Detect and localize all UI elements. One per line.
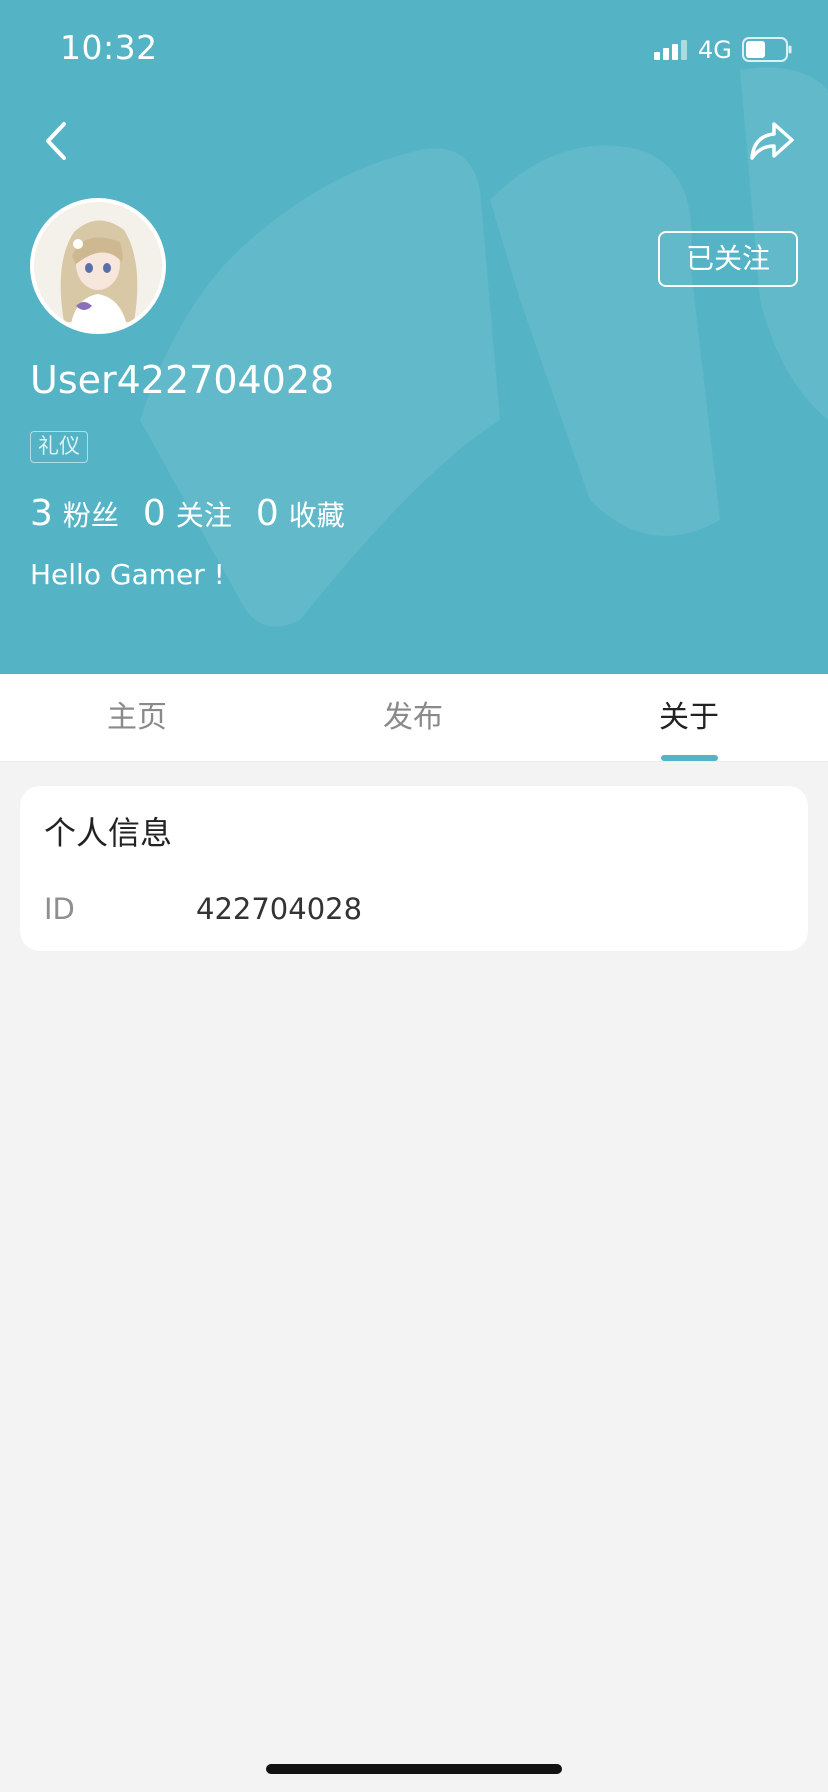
status-bar: 10:32 4G: [0, 0, 828, 100]
profile-header: 10:32 4G 已关注 User422704028 礼仪 3 粉丝 0 关注 …: [0, 0, 828, 674]
follow-button[interactable]: 已关注: [658, 231, 798, 287]
status-time: 10:32: [60, 28, 158, 67]
back-button[interactable]: [36, 114, 80, 168]
share-button[interactable]: [748, 116, 796, 164]
active-tab-indicator: [661, 755, 718, 761]
username: User422704028: [30, 358, 335, 402]
stat-value: 0: [255, 493, 279, 534]
home-indicator: [266, 1764, 562, 1774]
stat-value: 3: [30, 493, 53, 534]
tab-posts[interactable]: 发布: [313, 674, 513, 762]
avatar[interactable]: [30, 198, 166, 334]
tab-about[interactable]: 关于: [589, 674, 789, 762]
bio: Hello Gamer !: [30, 558, 225, 591]
stat-favorites[interactable]: 0 收藏: [256, 493, 345, 534]
user-tag: 礼仪: [30, 431, 88, 463]
info-value-id: 422704028: [196, 892, 363, 926]
signal-icon: [654, 40, 687, 60]
profile-stats: 3 粉丝 0 关注 0 收藏: [30, 493, 369, 534]
profile-tabs: 主页 发布 关于: [0, 674, 828, 762]
stat-label: 粉丝: [62, 499, 119, 532]
stat-value: 0: [142, 493, 166, 534]
avatar-illustration: [34, 202, 162, 330]
card-title: 个人信息: [44, 814, 173, 852]
stat-following[interactable]: 0 关注: [143, 493, 232, 534]
tab-home[interactable]: 主页: [37, 674, 237, 762]
stat-label: 收藏: [288, 499, 345, 532]
stat-label: 关注: [175, 499, 232, 532]
network-type: 4G: [698, 36, 732, 64]
info-label-id: ID: [44, 892, 75, 926]
battery-icon: [742, 37, 792, 62]
personal-info-card: 个人信息 ID 422704028: [20, 786, 808, 951]
stat-followers[interactable]: 3 粉丝: [30, 493, 119, 534]
